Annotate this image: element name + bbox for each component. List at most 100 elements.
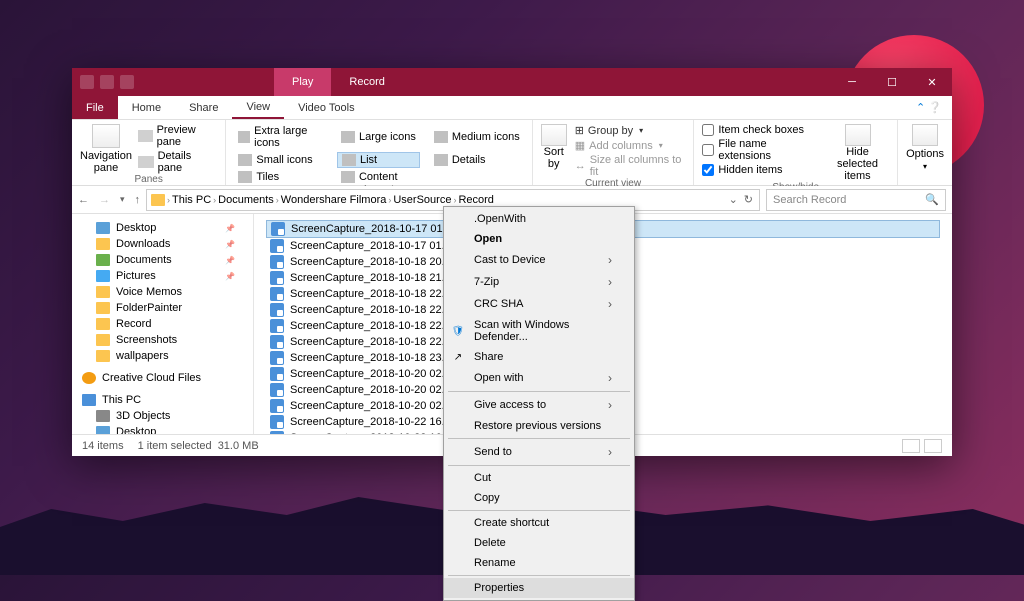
context-menu-item[interactable]: Restore previous versions — [444, 416, 634, 436]
sidebar-item[interactable]: wallpapers — [72, 348, 253, 364]
context-menu-item[interactable]: Delete — [444, 533, 634, 553]
details-pane-button[interactable]: Details pane — [138, 150, 217, 174]
sidebar-item-this-pc[interactable]: This PC — [72, 392, 253, 408]
up-button[interactable]: ↑ — [135, 194, 141, 206]
hide-selected-button[interactable]: Hide selected items — [826, 124, 889, 182]
file-extensions-toggle[interactable]: File name extensions — [702, 138, 816, 162]
layout-icon — [434, 131, 448, 143]
context-menu-item[interactable]: 7-Zip — [444, 271, 634, 293]
navigation-sidebar[interactable]: Desktop DownloadsDocumentsPicturesVoice M… — [72, 214, 254, 434]
title-tab-play[interactable]: Play — [274, 68, 331, 96]
tab-home[interactable]: Home — [118, 96, 175, 119]
context-menu-label: Copy — [474, 492, 500, 504]
context-menu-item[interactable]: ↗Share — [444, 347, 634, 367]
maximize-button[interactable]: ☐ — [872, 68, 912, 96]
context-menu-item[interactable]: Create shortcut — [444, 513, 634, 533]
context-menu-item[interactable]: CRC SHA — [444, 293, 634, 315]
context-menu-item[interactable]: Give access to — [444, 394, 634, 416]
quick-access-icons[interactable] — [72, 75, 134, 89]
sidebar-label: Desktop — [116, 222, 156, 234]
search-icon[interactable]: 🔍 — [925, 193, 939, 206]
hidden-items-toggle[interactable]: Hidden items — [702, 164, 816, 176]
dropdown-history[interactable]: ⌄ — [729, 193, 738, 206]
context-menu-label: 7-Zip — [474, 276, 499, 288]
size-columns-button[interactable]: ↔Size all columns to fit — [575, 154, 686, 178]
layout-option[interactable]: Tiles — [234, 170, 327, 184]
tab-file[interactable]: File — [72, 96, 118, 119]
context-menu[interactable]: .OpenWithOpenCast to Device 7-Zip CRC SHA🛡… — [443, 206, 635, 601]
chevron-right-icon[interactable]: › — [167, 195, 170, 205]
context-menu-item[interactable]: Cut — [444, 468, 634, 488]
item-count: 14 items — [82, 440, 124, 452]
context-menu-item[interactable]: Open with — [444, 367, 634, 389]
item-check-boxes-toggle[interactable]: Item check boxes — [702, 124, 816, 136]
forward-button[interactable]: → — [99, 194, 110, 206]
sort-by-button[interactable]: Sort by — [541, 124, 567, 178]
qat-icon[interactable] — [80, 75, 94, 89]
context-menu-item[interactable]: Properties — [444, 578, 634, 598]
navigation-pane-label: Navigation pane — [80, 150, 132, 174]
close-button[interactable]: ✕ — [912, 68, 952, 96]
sidebar-item[interactable]: FolderPainter — [72, 300, 253, 316]
sidebar-item[interactable]: Record — [72, 316, 253, 332]
add-columns-label: Add columns — [589, 140, 653, 152]
breadcrumb-segment[interactable]: Record — [458, 194, 493, 206]
context-menu-item[interactable]: Cast to Device — [444, 249, 634, 271]
titlebar[interactable]: Play Record ─ ☐ ✕ — [72, 68, 952, 96]
navigation-pane-button[interactable]: Navigation pane — [80, 124, 132, 174]
checkbox[interactable] — [702, 144, 714, 156]
sidebar-item[interactable]: Screenshots — [72, 332, 253, 348]
layout-option[interactable]: Small icons — [234, 152, 327, 168]
minimize-button[interactable]: ─ — [832, 68, 872, 96]
add-columns-button[interactable]: ▦Add columns▾ — [575, 139, 686, 152]
video-file-icon — [270, 303, 284, 317]
details-view-button[interactable] — [902, 439, 920, 453]
context-menu-item[interactable]: Send to — [444, 441, 634, 463]
back-button[interactable]: ← — [78, 194, 89, 206]
ribbon-tabs: File Home Share View Video Tools ⌃ ❔ — [72, 96, 952, 120]
layout-option[interactable]: Medium icons — [430, 124, 524, 150]
tab-view[interactable]: View — [232, 96, 284, 119]
checkbox[interactable] — [702, 164, 714, 176]
options-button[interactable]: Options ▾ — [906, 124, 944, 171]
sidebar-item-creative-cloud[interactable]: Creative Cloud Files — [72, 370, 253, 386]
layout-option[interactable]: List — [337, 152, 420, 168]
breadcrumb-segment[interactable]: UserSource› — [393, 194, 456, 206]
qat-icon[interactable] — [100, 75, 114, 89]
sidebar-item[interactable]: Documents — [72, 252, 253, 268]
sidebar-item[interactable]: Downloads — [72, 236, 253, 252]
folder-icon — [96, 238, 110, 250]
qat-icon[interactable] — [120, 75, 134, 89]
checkbox[interactable] — [702, 124, 714, 136]
sidebar-item[interactable]: Voice Memos — [72, 284, 253, 300]
breadcrumb-segment[interactable]: This PC› — [172, 194, 216, 206]
context-menu-item[interactable]: Rename — [444, 553, 634, 573]
sidebar-item[interactable]: Pictures — [72, 268, 253, 284]
context-menu-item[interactable]: .OpenWith — [444, 209, 634, 229]
tab-share[interactable]: Share — [175, 96, 232, 119]
title-tab-record[interactable]: Record — [331, 68, 402, 96]
context-menu-item[interactable]: 🛡Scan with Windows Defender... — [444, 315, 634, 347]
context-menu-item[interactable]: Copy — [444, 488, 634, 508]
context-menu-item[interactable]: Open — [444, 229, 634, 249]
hide-icon — [845, 124, 871, 146]
help-icon[interactable]: ⌃ ❔ — [906, 96, 952, 119]
layout-option[interactable]: Large icons — [337, 124, 420, 150]
search-input[interactable]: Search Record 🔍 — [766, 189, 946, 211]
breadcrumb-segment[interactable]: Wondershare Filmora› — [281, 194, 392, 206]
sidebar-item[interactable]: 3D Objects — [72, 408, 253, 424]
layout-option[interactable]: Details — [430, 152, 524, 168]
folder-icon — [96, 302, 110, 314]
recent-dropdown[interactable]: ▾ — [120, 194, 125, 206]
thumbnails-view-button[interactable] — [924, 439, 942, 453]
sidebar-item[interactable]: Desktop — [72, 220, 253, 236]
layout-option[interactable]: Extra large icons — [234, 124, 327, 150]
refresh-button[interactable]: ↻ — [744, 193, 753, 206]
tab-video-tools[interactable]: Video Tools — [284, 96, 368, 119]
group-by-button[interactable]: ⊞Group by▾ — [575, 124, 686, 137]
breadcrumb-segment[interactable]: Documents› — [218, 194, 279, 206]
preview-pane-button[interactable]: Preview pane — [138, 124, 217, 148]
sidebar-item[interactable]: Desktop — [72, 424, 253, 434]
layout-option[interactable]: Content — [337, 170, 420, 184]
size-columns-label: Size all columns to fit — [590, 154, 686, 178]
